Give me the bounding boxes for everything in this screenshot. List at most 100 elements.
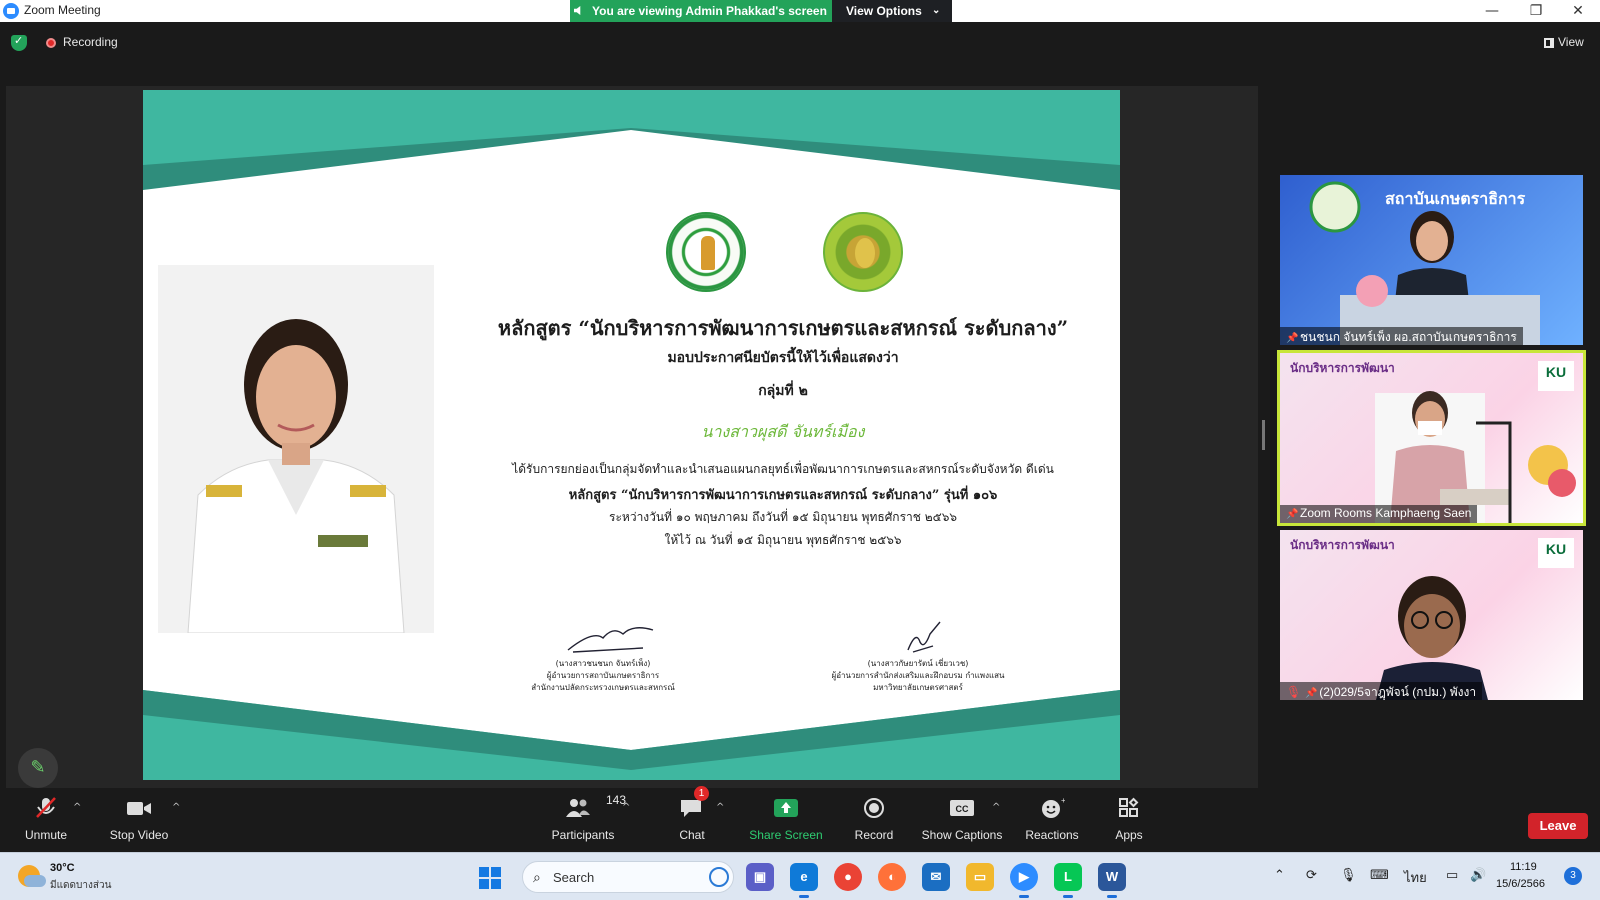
reactions-label: Reactions bbox=[1025, 828, 1079, 842]
tile-1-name-label: 📌 ชนชนก จันทร์เพ็ง ผอ.สถาบันเกษตราธิการ bbox=[1280, 327, 1523, 345]
video-camera-icon bbox=[127, 802, 151, 815]
participants-button[interactable]: 143 Participants bbox=[548, 790, 626, 852]
recording-label[interactable]: Recording bbox=[63, 35, 118, 49]
tile-2-backdrop-text: นักบริหารการพัฒนา bbox=[1290, 361, 1395, 375]
edge-browser-icon[interactable]: e bbox=[790, 863, 818, 898]
video-tile-1[interactable]: สถาบันเกษตราธิการ 📌 ชนชนก จันทร์เพ็ง ผอ.ส… bbox=[1280, 175, 1583, 345]
record-button[interactable]: Record bbox=[844, 790, 904, 852]
tile-3-backdrop-text: นักบริหารการพัฒนา bbox=[1290, 538, 1395, 552]
minimize-button[interactable]: — bbox=[1470, 0, 1514, 22]
certificate-course-title: หลักสูตร “นักบริหารการพัฒนาการเกษตรและสห… bbox=[497, 316, 1069, 340]
word-app-icon[interactable]: W bbox=[1098, 863, 1126, 898]
tray-overflow-chevron-icon[interactable]: ⌃ bbox=[1274, 867, 1285, 883]
bing-icon[interactable] bbox=[709, 867, 729, 887]
video-tile-2-active-speaker[interactable]: นักบริหารการพัฒนา KU 📌 Zoom Rooms Kamphae… bbox=[1277, 350, 1586, 526]
show-captions-label: Show Captions bbox=[921, 828, 1003, 842]
chat-button[interactable]: 1 Chat bbox=[662, 786, 722, 852]
input-language[interactable]: ไทย bbox=[1404, 867, 1427, 888]
svg-text:CC: CC bbox=[956, 804, 969, 814]
signer-2-org: มหาวิทยาลัยเกษตรศาสตร์ bbox=[873, 683, 963, 692]
unmute-label: Unmute bbox=[24, 828, 68, 842]
pin-icon: 📌 bbox=[1286, 509, 1299, 520]
chat-caret-icon[interactable]: ^ bbox=[716, 802, 724, 813]
mail-app-icon[interactable]: ✉ bbox=[922, 863, 950, 891]
certificate: หลักสูตร “นักบริหารการพัฒนาการเกษตรและสห… bbox=[143, 90, 1120, 780]
signer-1-name: (นางสาวชนชนก จันทร์เพ็ง) bbox=[555, 659, 651, 668]
chat-unread-badge: 1 bbox=[694, 786, 709, 801]
unmute-button[interactable]: Unmute bbox=[16, 790, 76, 852]
viewing-banner-text: You are viewing Admin Phakkad's screen bbox=[592, 4, 827, 18]
certificate-period: ระหว่างวันที่ ๑๐ พฤษภาคม ถึงวันที่ ๑๕ มิ… bbox=[609, 510, 957, 524]
clock-time[interactable]: 11:19 bbox=[1510, 861, 1537, 873]
tile-3-name-label: 🎙 📌 (2)029/5จาฎุพัจน์ (กปม.) พังงา bbox=[1280, 682, 1483, 700]
maximize-button[interactable]: ❐ bbox=[1514, 0, 1558, 22]
kasetsart-seal-logo bbox=[823, 212, 903, 292]
volume-icon[interactable]: 🔊 bbox=[1470, 867, 1486, 883]
weather-condition[interactable]: มีแดดบางส่วน bbox=[50, 878, 111, 893]
chevron-down-icon: ⌄ bbox=[932, 5, 941, 16]
share-screen-label: Share Screen bbox=[749, 828, 823, 842]
ministry-seal-logo bbox=[666, 212, 746, 292]
stop-video-button[interactable]: Stop Video bbox=[104, 790, 174, 852]
certificate-course-batch: หลักสูตร “นักบริหารการพัฒนาการเกษตรและสห… bbox=[568, 488, 998, 503]
video-tile-3[interactable]: นักบริหารการพัฒนา KU 🎙 📌 (2)029/5จาฎุพัจน์… bbox=[1280, 530, 1583, 700]
recipient-photo bbox=[158, 265, 434, 633]
participant-name: Zoom Rooms Kamphaeng Saen bbox=[1300, 506, 1472, 520]
participants-caret-icon[interactable]: ^ bbox=[622, 802, 630, 813]
zoom-app-icon[interactable]: ▶ bbox=[1010, 863, 1038, 898]
certificate-group: กลุ่มที่ ๒ bbox=[758, 383, 808, 399]
video-options-caret-icon[interactable]: ^ bbox=[172, 802, 180, 813]
taskbar-search-box[interactable]: ⌕ Search bbox=[522, 861, 734, 893]
recording-icon bbox=[46, 38, 56, 48]
reactions-smiley-icon: + bbox=[1042, 797, 1065, 818]
annotate-pencil-icon[interactable]: ✎ bbox=[18, 748, 58, 788]
apps-button[interactable]: Apps bbox=[1104, 790, 1154, 852]
captions-caret-icon[interactable]: ^ bbox=[992, 802, 1000, 813]
participants-icon bbox=[566, 799, 590, 817]
show-captions-button[interactable]: CC Show Captions bbox=[920, 790, 1004, 852]
certificate-given-line: มอบประกาศนียบัตรนี้ให้ไว้เพื่อแสดงว่า bbox=[667, 350, 899, 366]
weather-temperature[interactable]: 30°C bbox=[50, 862, 75, 874]
signature-1 bbox=[567, 627, 654, 653]
signer-block-1: (นางสาวชนชนก จันทร์เพ็ง) ผู้อำนวยการสถาบ… bbox=[478, 620, 728, 694]
signature-2 bbox=[907, 621, 941, 653]
ku-logo: KU bbox=[1538, 538, 1574, 568]
participants-label: Participants bbox=[551, 828, 615, 842]
leave-button[interactable]: Leave bbox=[1528, 813, 1588, 839]
network-icon[interactable]: ▭ bbox=[1446, 867, 1458, 883]
keyboard-icon[interactable]: ⌨ bbox=[1370, 867, 1389, 883]
weather-partly-sunny-icon[interactable] bbox=[18, 865, 46, 887]
chrome-browser-icon[interactable]: ● bbox=[834, 863, 862, 891]
encryption-shield-icon[interactable] bbox=[11, 34, 27, 51]
firefox-browser-icon[interactable]: ◐ bbox=[878, 863, 906, 891]
sync-icon[interactable]: ⟳ bbox=[1306, 867, 1317, 883]
line-app-icon[interactable]: L bbox=[1054, 863, 1082, 898]
meet-chat-app-icon[interactable]: ▣ bbox=[746, 863, 774, 891]
notification-badge[interactable]: 3 bbox=[1564, 867, 1582, 885]
record-label: Record bbox=[854, 828, 894, 842]
title-bar: Zoom Meeting You are viewing Admin Phakk… bbox=[0, 0, 1600, 22]
zoom-logo-icon bbox=[3, 3, 19, 19]
windows-taskbar: 30°C มีแดดบางส่วน ⌕ Search ▣ e ● ◐ ✉ ▭ ▶… bbox=[0, 852, 1600, 900]
windows-start-icon[interactable] bbox=[479, 867, 501, 889]
close-button[interactable]: ✕ bbox=[1556, 0, 1600, 22]
split-drag-handle[interactable] bbox=[1262, 420, 1265, 450]
zoom-window: Zoom Meeting You are viewing Admin Phakk… bbox=[0, 0, 1600, 900]
meeting-toolbar: Unmute ^ Stop Video ^ 143 Participants ^… bbox=[0, 786, 1600, 852]
share-screen-icon bbox=[774, 799, 798, 817]
view-label: View bbox=[1558, 35, 1584, 49]
clock-date[interactable]: 15/6/2566 bbox=[1496, 878, 1545, 890]
certificate-issued-date: ให้ไว้ ณ วันที่ ๑๕ มิถุนายน พุทธศักราช ๒… bbox=[664, 533, 902, 547]
view-options-button[interactable]: View Options ⌄ bbox=[832, 0, 952, 22]
share-screen-button[interactable]: Share Screen bbox=[746, 790, 826, 852]
captions-cc-icon: CC bbox=[950, 800, 974, 816]
signer-block-2: (นางสาวกัษยารัตน์ เชี่ยวเวช) ผู้อำนวยการ… bbox=[793, 620, 1043, 694]
audio-options-caret-icon[interactable]: ^ bbox=[73, 802, 81, 813]
reactions-button[interactable]: + Reactions bbox=[1020, 790, 1084, 852]
search-icon: ⌕ bbox=[533, 869, 541, 885]
signer-2-title: ผู้อำนวยการสำนักส่งเสริมและฝึกอบรม กำแพง… bbox=[831, 671, 1005, 680]
view-button[interactable]: View bbox=[1540, 33, 1590, 53]
microphone-icon[interactable]: 🎙 bbox=[1340, 867, 1357, 883]
file-explorer-icon[interactable]: ▭ bbox=[966, 863, 994, 891]
record-icon bbox=[864, 798, 884, 818]
